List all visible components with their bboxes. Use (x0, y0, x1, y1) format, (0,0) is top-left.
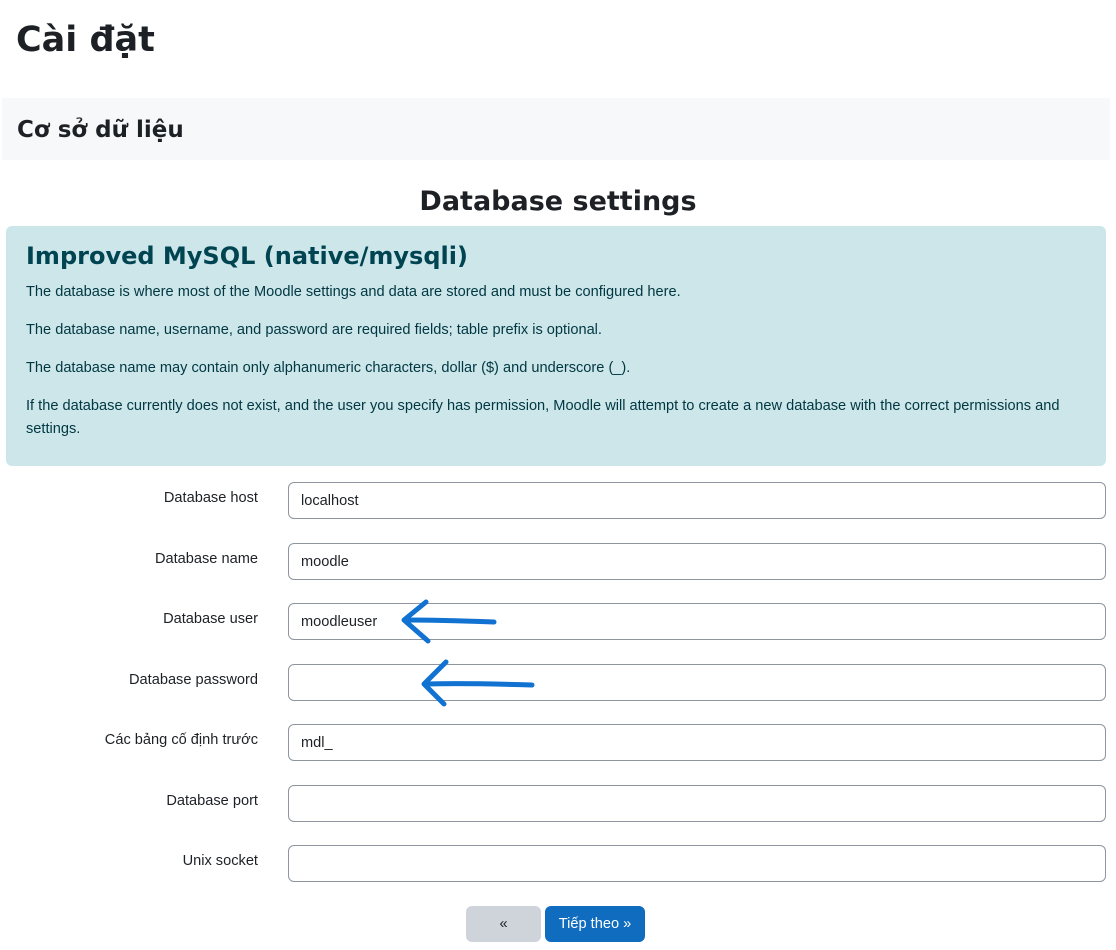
info-paragraph: The database is where most of the Moodle… (26, 284, 681, 300)
db-port-label: Database port (166, 793, 258, 809)
next-button[interactable]: Tiếp theo » (545, 906, 645, 942)
table-prefix-input[interactable] (288, 724, 1106, 761)
page-title: Cài đặt (16, 20, 155, 60)
form-row-db-host: Database host (0, 482, 1116, 520)
info-paragraph: The database name may contain only alpha… (26, 360, 631, 376)
db-password-input[interactable] (288, 664, 1106, 701)
db-host-input[interactable] (288, 482, 1106, 519)
unix-socket-label: Unix socket (182, 853, 258, 869)
unix-socket-input[interactable] (288, 845, 1106, 882)
db-user-input[interactable] (288, 603, 1106, 640)
form-row-db-name: Database name (0, 543, 1116, 581)
section-title: Cơ sở dữ liệu (17, 117, 184, 143)
back-button[interactable]: « Trước (466, 906, 541, 942)
db-port-input[interactable] (288, 785, 1106, 822)
info-paragraph: The database name, username, and passwor… (26, 322, 602, 338)
install-page: Cài đặt Cơ sở dữ liệu Database settings … (0, 0, 1116, 950)
form-row-db-password: Database password (0, 664, 1116, 702)
db-password-label: Database password (129, 672, 258, 688)
settings-heading: Database settings (419, 186, 697, 217)
info-paragraph: If the database currently does not exist… (26, 398, 1060, 437)
form-row-unix-socket: Unix socket (0, 845, 1116, 883)
db-name-label: Database name (154, 551, 258, 567)
form-row-db-user: Database user (0, 603, 1116, 641)
section-header: Cơ sở dữ liệu (2, 98, 1110, 160)
info-box: Improved MySQL (native/mysqli) The datab… (6, 226, 1106, 466)
db-user-label: Database user (163, 611, 258, 627)
table-prefix-label: Các bảng cố định trước (104, 732, 258, 748)
db-name-input[interactable] (288, 543, 1106, 580)
info-title: Improved MySQL (native/mysqli) (26, 242, 468, 270)
form-row-table-prefix: Các bảng cố định trước (0, 724, 1116, 762)
form-row-db-port: Database port (0, 785, 1116, 823)
db-host-label: Database host (163, 490, 258, 506)
